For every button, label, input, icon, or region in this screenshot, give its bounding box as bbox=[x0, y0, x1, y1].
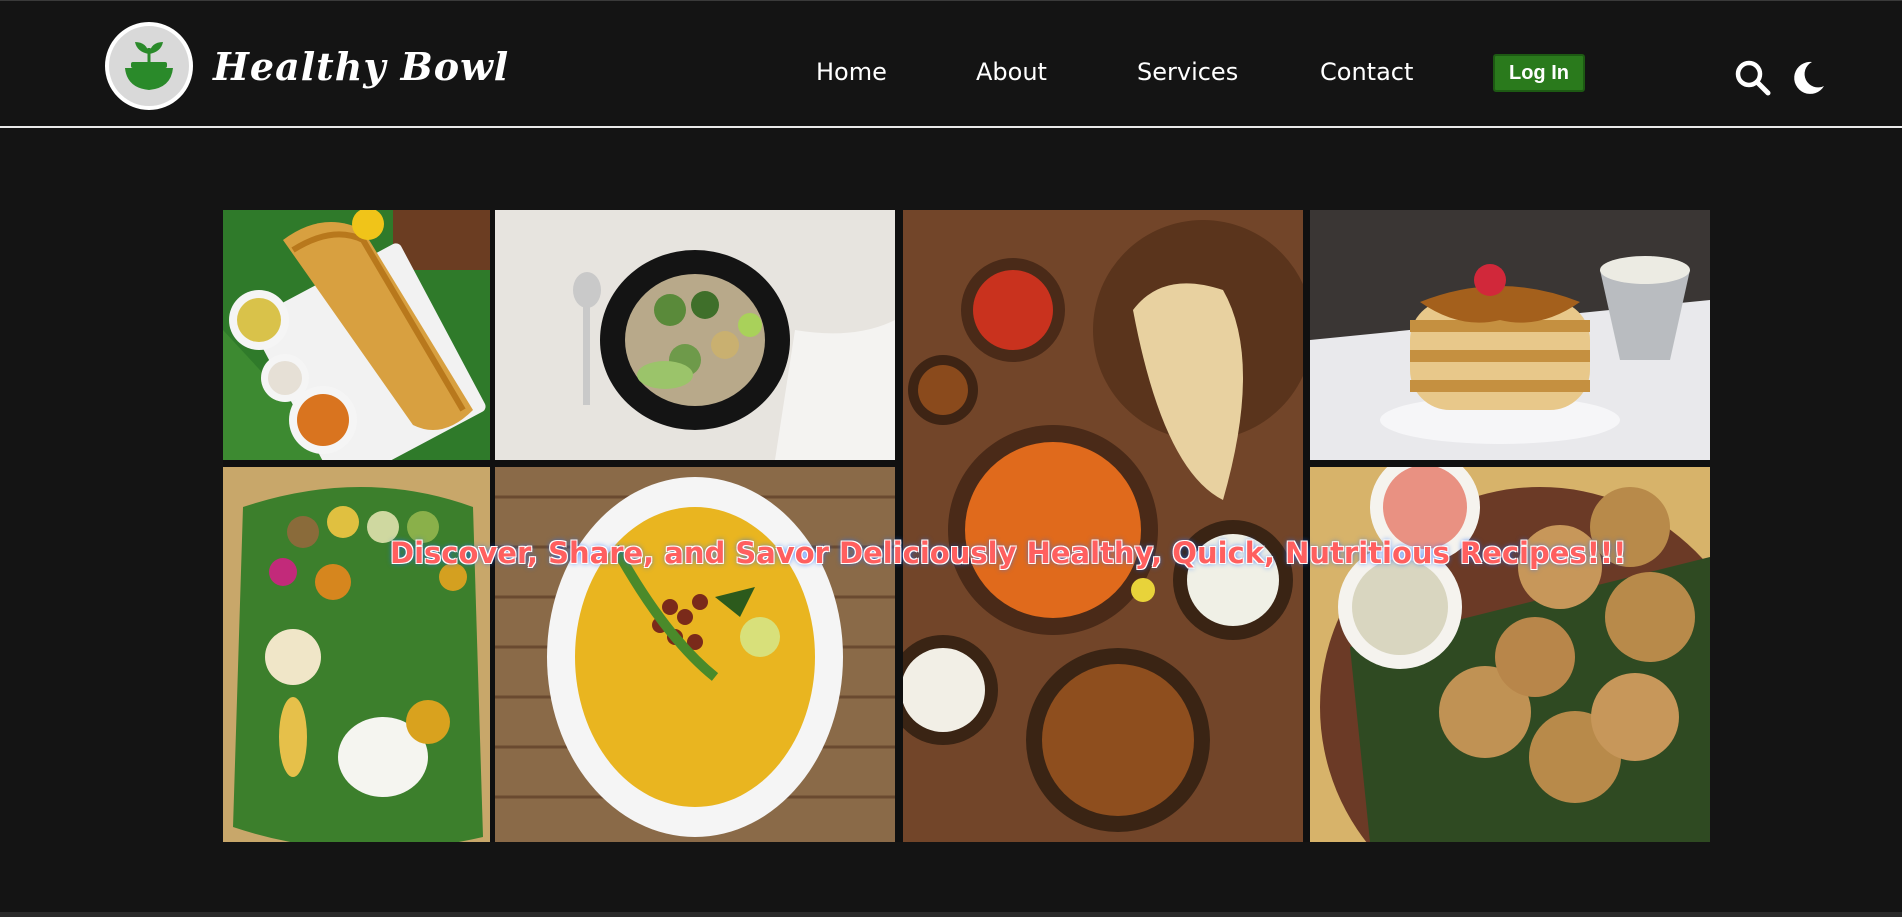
indian-curry-spread-image bbox=[903, 210, 1303, 842]
poha-image bbox=[495, 467, 895, 842]
dosa-image bbox=[223, 210, 490, 460]
nav-contact[interactable]: Contact bbox=[1320, 58, 1413, 86]
search-icon[interactable] bbox=[1733, 58, 1773, 98]
hero-tagline: Discover, Share, and Savor Deliciously H… bbox=[390, 536, 1627, 570]
nav-services[interactable]: Services bbox=[1137, 58, 1238, 86]
nav-about[interactable]: About bbox=[976, 58, 1047, 86]
sadya-meal-image bbox=[223, 467, 490, 842]
logo-icon[interactable] bbox=[105, 22, 193, 110]
nav-home[interactable]: Home bbox=[816, 58, 887, 86]
brand-name[interactable]: Healthy Bowl bbox=[213, 44, 509, 89]
salad-bowl-image bbox=[495, 210, 895, 460]
login-button[interactable]: Log In bbox=[1493, 54, 1585, 92]
bottom-border bbox=[0, 912, 1902, 917]
food-gallery bbox=[223, 210, 1710, 842]
moon-icon[interactable] bbox=[1788, 58, 1828, 98]
site-header: Healthy Bowl Home About Services Contact… bbox=[0, 0, 1902, 128]
paniyaram-image bbox=[1310, 467, 1710, 842]
pancakes-image bbox=[1310, 210, 1710, 460]
